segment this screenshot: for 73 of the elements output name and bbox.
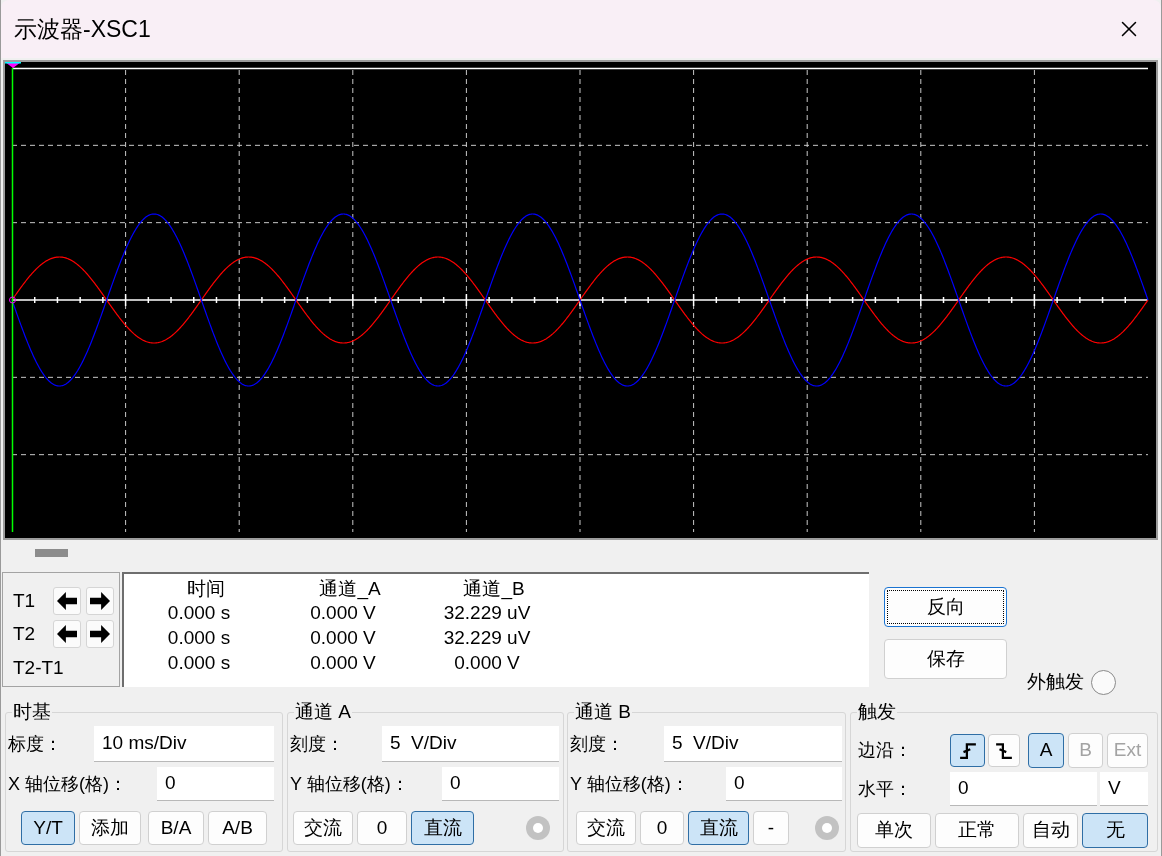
cursor-line[interactable] xyxy=(11,67,14,533)
scale-label: 标度： xyxy=(8,732,62,756)
table-cell-text: 32.229 uV xyxy=(443,601,531,625)
scale-field[interactable]: 5 V/Div xyxy=(664,726,842,762)
trigger-mode-button[interactable]: 自动 xyxy=(1023,813,1078,848)
coupling-button[interactable]: 交流 xyxy=(576,811,636,845)
coupling-button[interactable]: 直流 xyxy=(688,811,749,845)
display-mode-button[interactable]: A/B xyxy=(208,811,267,845)
display-mode-button[interactable]: B/A xyxy=(148,811,204,845)
invert-button[interactable]: - xyxy=(753,811,789,845)
arrow-right-icon xyxy=(90,624,110,643)
scale-field[interactable]: 5 V/Div xyxy=(382,726,559,762)
radio-button[interactable] xyxy=(1091,669,1116,695)
offset-field[interactable]: 0 xyxy=(157,767,274,801)
ring-marker-icon xyxy=(9,296,16,304)
table-cell-text: 0.000 V xyxy=(310,626,376,650)
cursor-right-button[interactable] xyxy=(86,587,114,616)
table-cell-text: 0.000 s xyxy=(167,626,231,650)
cursor-marker-icon[interactable] xyxy=(5,62,22,68)
group-title: 通道 A xyxy=(294,700,352,724)
trigger-mode-button[interactable]: 正常 xyxy=(935,813,1019,848)
cursor-left-button[interactable] xyxy=(53,619,81,648)
column-header: 通道_B xyxy=(463,578,525,600)
offset-label: X 轴位移(格)： xyxy=(8,772,127,796)
action-button[interactable]: 反向 xyxy=(884,587,1007,627)
arrow-left-icon xyxy=(57,624,77,643)
group-title: 触发 xyxy=(857,700,897,724)
arrow-right-icon xyxy=(90,592,110,611)
column-header: 时间 xyxy=(187,578,225,600)
table-cell-text: 32.229 uV xyxy=(443,626,531,650)
unit-field[interactable]: V xyxy=(1100,772,1148,806)
level-label: 水平： xyxy=(858,777,913,801)
table-cell-text: 0.000 V xyxy=(454,651,520,675)
trigger-mode-button[interactable]: 单次 xyxy=(857,813,931,848)
arrow-left-icon xyxy=(57,592,77,611)
level-field[interactable]: 0 xyxy=(950,772,1097,806)
cursor-right-button[interactable] xyxy=(86,619,114,648)
display-mode-button[interactable]: 添加 xyxy=(79,811,141,845)
trigger-mode-button[interactable]: 无 xyxy=(1082,813,1148,848)
scroll-thumb[interactable] xyxy=(35,549,68,557)
action-button[interactable]: 保存 xyxy=(884,639,1007,679)
coupling-button[interactable]: 交流 xyxy=(293,811,353,845)
edge-label: 边沿： xyxy=(858,739,913,762)
window-title: 示波器-XSC1 xyxy=(13,14,151,44)
scale-label: 刻度： xyxy=(290,732,344,756)
column-header: 通道_A xyxy=(319,578,381,600)
scale-label: 刻度： xyxy=(570,732,624,756)
cursor-delta-label: T2-T1 xyxy=(13,656,65,680)
table-cell-text: 0.000 s xyxy=(167,651,231,675)
scale-field[interactable]: 10 ms/Div xyxy=(94,726,274,762)
coupling-button[interactable]: 直流 xyxy=(411,811,474,845)
cursor-label: T2 xyxy=(13,621,37,646)
display-mode-button[interactable]: Y/T xyxy=(21,811,75,845)
rising-edge-icon xyxy=(958,742,977,759)
ring-icon xyxy=(815,816,839,840)
external-trigger-label: 外触发 xyxy=(1027,670,1084,694)
group-title: 时基 xyxy=(12,700,52,724)
coupling-button[interactable]: 0 xyxy=(357,811,407,845)
offset-field[interactable]: 0 xyxy=(442,767,559,801)
table-cell-text: 0.000 V xyxy=(310,651,376,675)
ring-icon xyxy=(526,816,550,840)
offset-label: Y 轴位移(格)： xyxy=(290,772,409,796)
table-cell-text: 0.000 s xyxy=(167,601,231,625)
group-title: 通道 B xyxy=(574,700,632,724)
table-cell-text: 0.000 V xyxy=(310,601,376,625)
cursor-left-button[interactable] xyxy=(53,587,81,616)
falling-edge-icon xyxy=(995,742,1013,759)
offset-field[interactable]: 0 xyxy=(726,767,842,801)
trigger-source-button[interactable]: A xyxy=(1028,733,1064,768)
coupling-button[interactable]: 0 xyxy=(640,811,684,845)
edge-button[interactable] xyxy=(950,734,985,767)
offset-label: Y 轴位移(格)： xyxy=(570,772,689,796)
cursor-label: T1 xyxy=(13,589,37,613)
